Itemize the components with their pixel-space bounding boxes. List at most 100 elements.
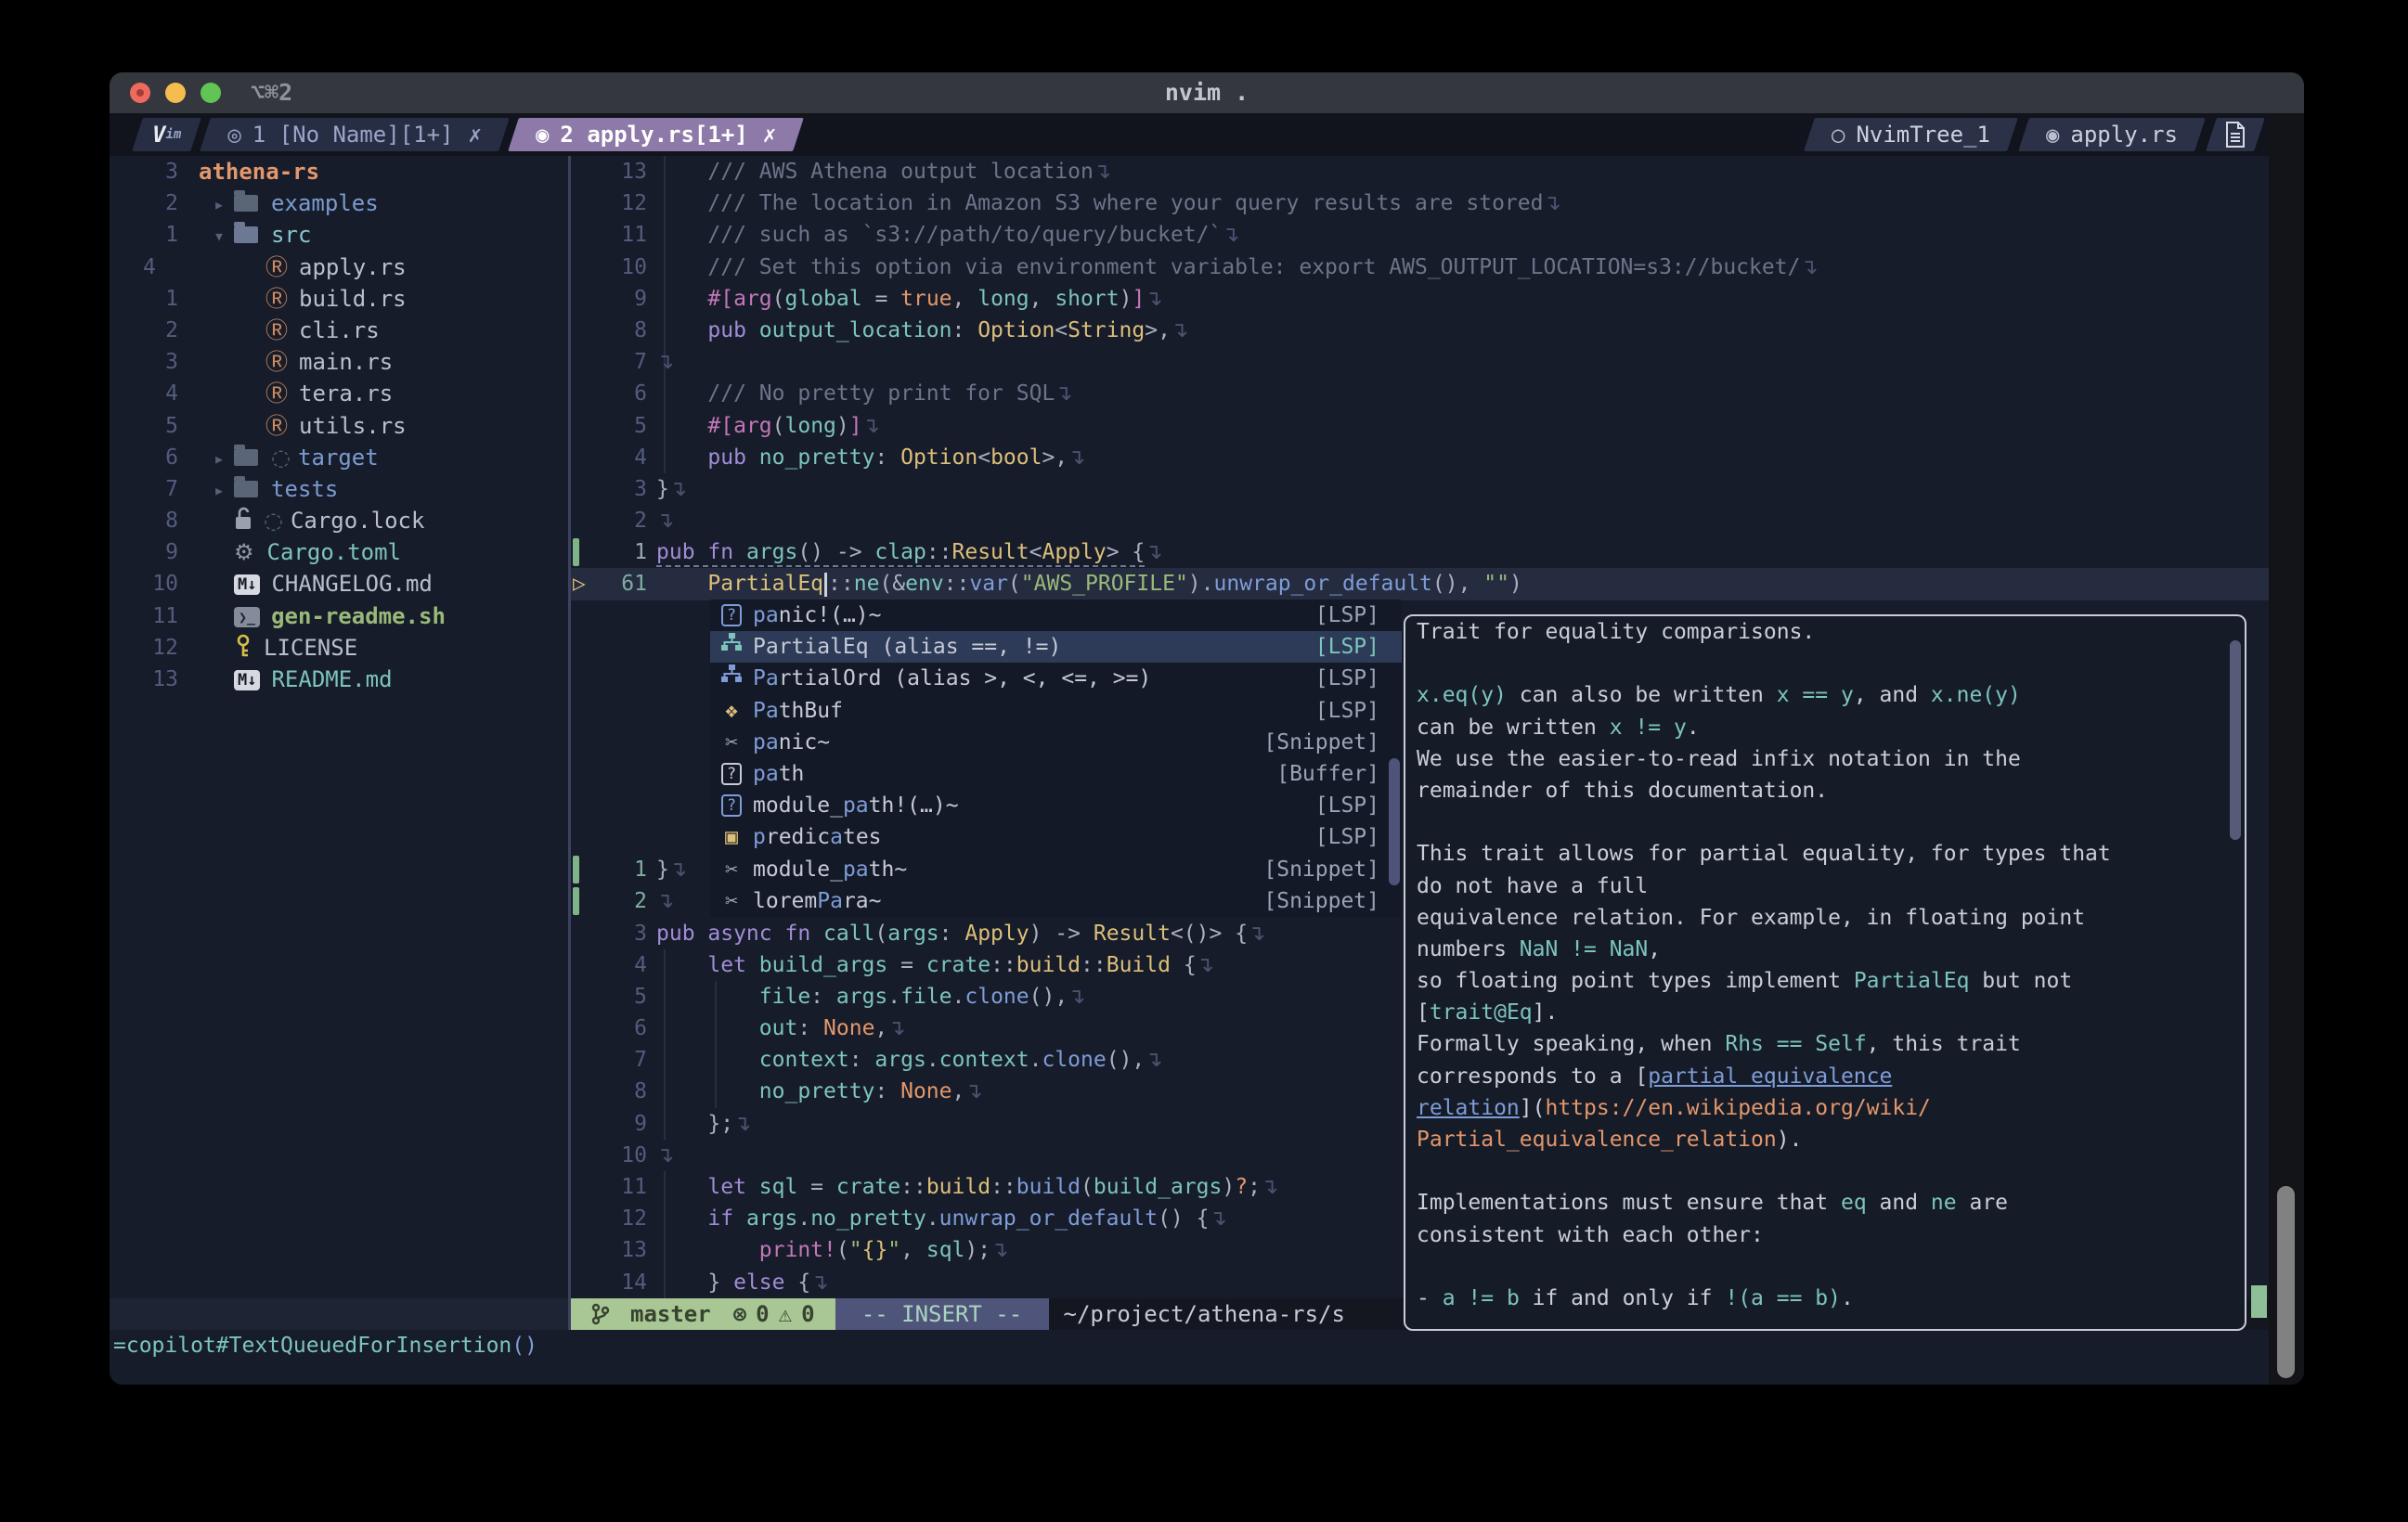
- code-text: /// AWS Athena output location↴: [656, 156, 1111, 187]
- tree-item-body: ▾src: [214, 219, 311, 252]
- question-box-icon: ?: [721, 604, 742, 626]
- code-line[interactable]: 6 /// No pretty print for SQL↴: [571, 378, 2269, 409]
- unlock-icon: [234, 507, 252, 531]
- code-line[interactable]: 10 /// Set this option via environment v…: [571, 252, 2269, 283]
- completion-item[interactable]: ✂loremPara~[Snippet]: [710, 885, 1402, 917]
- completion-item[interactable]: ❖PathBuf[LSP]: [710, 695, 1402, 727]
- code-token: :: [874, 1079, 900, 1103]
- tree-item-name: main.rs: [299, 349, 393, 375]
- code-line[interactable]: 11 /// such as `s3://path/to/query/bucke…: [571, 219, 2269, 251]
- chevron-right-icon[interactable]: ▸: [214, 447, 225, 470]
- tab-2[interactable]: ◉2 apply.rs[1+]✗: [513, 118, 798, 151]
- tree-item-utils.rs[interactable]: 5Ⓡutils.rs: [110, 410, 568, 442]
- completion-source: [LSP]: [1315, 821, 1379, 853]
- terminal-scrollbar-thumb[interactable]: [2277, 1186, 2295, 1378]
- tree-item-body: M↓README.md: [234, 664, 393, 695]
- docs-line: This trait allows for partial equality, …: [1405, 838, 2245, 870]
- code-token: args: [746, 540, 797, 564]
- code-line[interactable]: 5 #[arg(long)]↴: [571, 410, 2269, 442]
- code-token: but not: [1969, 969, 2072, 993]
- code-line[interactable]: 4 pub no_pretty: Option<bool>,↴: [571, 442, 2269, 473]
- completion-item[interactable]: ✂panic~[Snippet]: [710, 727, 1402, 758]
- chevron-down-icon[interactable]: ▾: [214, 225, 225, 247]
- trait-sitemap-icon: [720, 631, 743, 653]
- tree-item-README.md[interactable]: 13 M↓README.md: [110, 664, 568, 695]
- tree-item-CHANGELOG.md[interactable]: 10M↓CHANGELOG.md: [110, 568, 568, 600]
- code-token: ]: [1132, 287, 1145, 311]
- line-number: 1: [571, 536, 647, 568]
- tree-line-number: 1: [110, 283, 178, 315]
- completion-item[interactable]: PartialEq (alias ==, !=)[LSP]: [710, 631, 1402, 663]
- code-token: ](: [1520, 1096, 1546, 1120]
- code-line[interactable]: 3}↴: [571, 473, 2269, 505]
- tree-line-number: 13: [110, 664, 178, 695]
- code-line[interactable]: 9 #[arg(global = true, long, short)]↴: [571, 283, 2269, 315]
- tree-item-target[interactable]: 6▸◌target: [110, 442, 568, 473]
- tree-item-tera.rs[interactable]: 4Ⓡtera.rs: [110, 378, 568, 409]
- lsp-highlighted-text: pub fn args() -> clap::Result<Apply> {: [656, 540, 1145, 567]
- code-token: ↴: [1145, 287, 1162, 311]
- code-line[interactable]: 12 /// The location in Amazon S3 where y…: [571, 187, 2269, 219]
- code-token: ne: [1931, 1191, 1957, 1215]
- code-token: PartialEq: [1854, 969, 1970, 993]
- code-token: ::: [900, 1175, 926, 1199]
- tree-item-gen-readme.sh[interactable]: 11❯_gen-readme.sh: [110, 600, 568, 632]
- code-line[interactable]: ▷61 PartialEq::ne(&env::var("AWS_PROFILE…: [571, 568, 2269, 600]
- titlebar[interactable]: ⌥⌘2 nvim .: [110, 72, 2304, 113]
- window-label-apply.rs[interactable]: ◉apply.rs: [2024, 118, 2200, 151]
- code-token: #[: [656, 414, 733, 438]
- code-line[interactable]: 1pub fn args() -> clap::Result<Apply> {↴: [571, 536, 2269, 568]
- popup-scrollbar[interactable]: [1389, 758, 1400, 885]
- tab-close-icon[interactable]: ✗: [763, 122, 776, 148]
- tab-close-icon[interactable]: ✗: [469, 122, 482, 148]
- terminal-scrollbar-track[interactable]: [2269, 113, 2304, 1385]
- chevron-right-icon[interactable]: ▸: [214, 479, 225, 501]
- window-label-text: apply.rs: [2070, 122, 2178, 148]
- code-line[interactable]: 2↴: [571, 505, 2269, 536]
- code-token: /// such as `s3://path/to/query/bucket/`: [656, 223, 1222, 247]
- tree-item-build.rs[interactable]: 1Ⓡbuild.rs: [110, 283, 568, 315]
- code-token: ↴: [1800, 255, 1818, 279]
- tree-item-athena-rs[interactable]: 3athena-rs: [110, 156, 568, 187]
- tree-item-src[interactable]: 1▾src: [110, 219, 568, 251]
- code-token: args: [887, 922, 939, 946]
- code-line[interactable]: 7↴: [571, 346, 2269, 378]
- code-token: and: [1867, 1191, 1931, 1215]
- tree-item-cli.rs[interactable]: 2Ⓡcli.rs: [110, 315, 568, 346]
- code-token: long: [977, 287, 1029, 311]
- code-token: ::: [926, 540, 952, 564]
- tree-item-tests[interactable]: 7▸tests: [110, 473, 568, 505]
- tab-1[interactable]: ◎1 [No Name][1+]✗: [205, 118, 504, 151]
- code-text: file: args.file.clone(),↴: [656, 981, 1085, 1013]
- tree-item-apply.rs[interactable]: 4Ⓡapply.rs: [110, 252, 568, 283]
- code-token: ↴: [1094, 160, 1111, 184]
- tree-item-name: README.md: [271, 666, 392, 692]
- completion-item[interactable]: ?module_path!(…)~[LSP]: [710, 790, 1402, 821]
- code-token: a != b: [1443, 1286, 1520, 1310]
- tree-item-Cargo.toml[interactable]: 9⚙Cargo.toml: [110, 536, 568, 568]
- code-token: ra~: [843, 889, 882, 913]
- qbox-icon: ?: [718, 600, 745, 631]
- window-label-nvimtree_1[interactable]: ○NvimTree_1: [1809, 118, 2013, 151]
- code-token: relation: [1417, 1096, 1520, 1120]
- tree-item-Cargo.lock[interactable]: 8◌Cargo.lock: [110, 505, 568, 536]
- code-text: /// The location in Amazon S3 where your…: [656, 187, 1561, 219]
- command-line[interactable]: =copilot#TextQueuedForInsertion(): [110, 1330, 2269, 1361]
- tree-item-main.rs[interactable]: 3Ⓡmain.rs: [110, 346, 568, 378]
- code-token: call: [823, 922, 874, 946]
- completion-item[interactable]: PartialOrd (alias >, <, <=, >=)[LSP]: [710, 663, 1402, 694]
- tree-item-body: ▸examples: [214, 187, 379, 220]
- completion-item[interactable]: ▣predicates[LSP]: [710, 821, 1402, 853]
- code-token: =: [887, 953, 926, 977]
- code-line[interactable]: 13 /// AWS Athena output location↴: [571, 156, 2269, 187]
- docs-line: remainder of this documentation.: [1405, 775, 2245, 806]
- completion-item[interactable]: ?path[Buffer]: [710, 758, 1402, 790]
- code-token: clone: [1042, 1048, 1106, 1072]
- code-line[interactable]: 8 pub output_location: Option<String>,↴: [571, 315, 2269, 346]
- chevron-right-icon[interactable]: ▸: [214, 193, 225, 215]
- tree-item-LICENSE[interactable]: 12LICENSE: [110, 632, 568, 664]
- docs-scrollbar[interactable]: [2230, 640, 2241, 840]
- completion-item[interactable]: ✂module_path~[Snippet]: [710, 854, 1402, 885]
- completion-item[interactable]: ?panic!(…)~[LSP]: [710, 600, 1402, 631]
- tree-item-examples[interactable]: 2▸examples: [110, 187, 568, 219]
